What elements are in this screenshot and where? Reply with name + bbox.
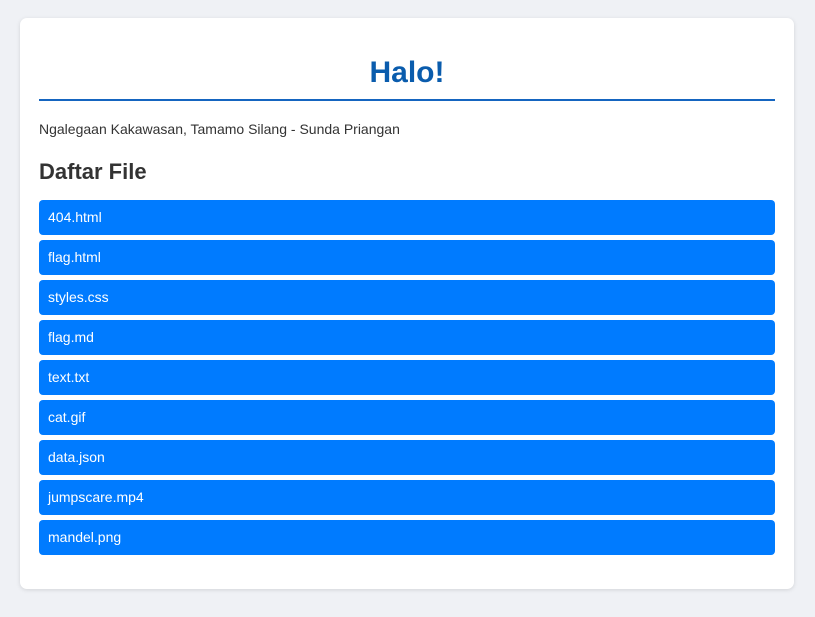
file-list: 404.html flag.html styles.css flag.md te… bbox=[39, 200, 775, 555]
file-link-styles-css[interactable]: styles.css bbox=[39, 280, 775, 315]
file-link-404-html[interactable]: 404.html bbox=[39, 200, 775, 235]
file-link-cat-gif[interactable]: cat.gif bbox=[39, 400, 775, 435]
file-link-text-txt[interactable]: text.txt bbox=[39, 360, 775, 395]
file-list-heading: Daftar File bbox=[39, 159, 147, 184]
file-link-jumpscare-mp4[interactable]: jumpscare.mp4 bbox=[39, 480, 775, 515]
file-link-flag-html[interactable]: flag.html bbox=[39, 240, 775, 275]
file-link-mandel-png[interactable]: mandel.png bbox=[39, 520, 775, 555]
main-card: Halo! Ngalegaan Kakawasan, Tamamo Silang… bbox=[20, 18, 794, 589]
file-link-flag-md[interactable]: flag.md bbox=[39, 320, 775, 355]
file-link-data-json[interactable]: data.json bbox=[39, 440, 775, 475]
page-subtitle: Ngalegaan Kakawasan, Tamamo Silang - Sun… bbox=[39, 121, 400, 137]
page-title: Halo! bbox=[369, 56, 445, 89]
title-divider bbox=[39, 99, 775, 101]
